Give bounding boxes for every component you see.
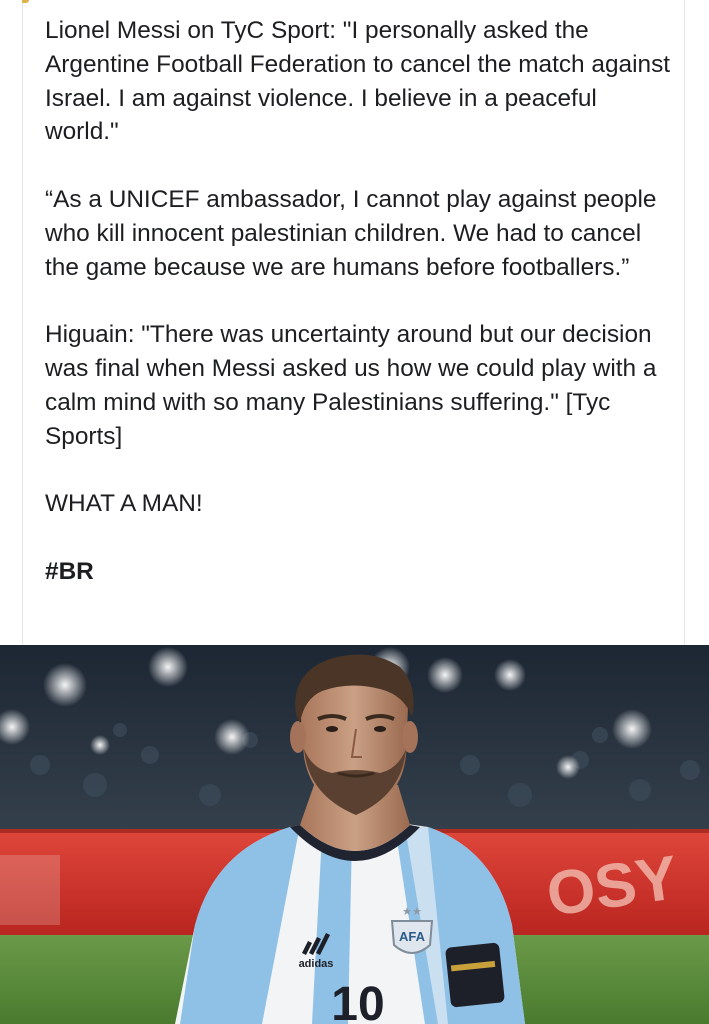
photo-illustration: OSY AFA ★★ adidas 10: [0, 645, 709, 1024]
captain-armband: [445, 942, 505, 1008]
svg-text:adidas: adidas: [299, 958, 334, 970]
post-paragraph-higuain-quote: Higuain: "There was uncertainty around b…: [45, 321, 657, 450]
svg-text:AFA: AFA: [399, 929, 426, 944]
post-paragraph-unicef-quote: “As a UNICEF ambassador, I cannot play a…: [45, 185, 657, 281]
post-body: Lionel Messi on TyC Sport: "I personally…: [45, 14, 675, 589]
post-paragraph-exclamation: WHAT A MAN!: [45, 490, 203, 518]
hashtag-link[interactable]: #BR: [45, 555, 675, 589]
post-container: Lionel Messi on TyC Sport: "I personally…: [0, 0, 709, 1024]
post-photo[interactable]: OSY AFA ★★ adidas 10: [0, 645, 709, 1024]
svg-text:★★: ★★: [402, 905, 422, 918]
post-paragraph-messi-quote: Lionel Messi on TyC Sport: "I personally…: [45, 17, 671, 146]
jersey-number: 10: [331, 978, 384, 1024]
